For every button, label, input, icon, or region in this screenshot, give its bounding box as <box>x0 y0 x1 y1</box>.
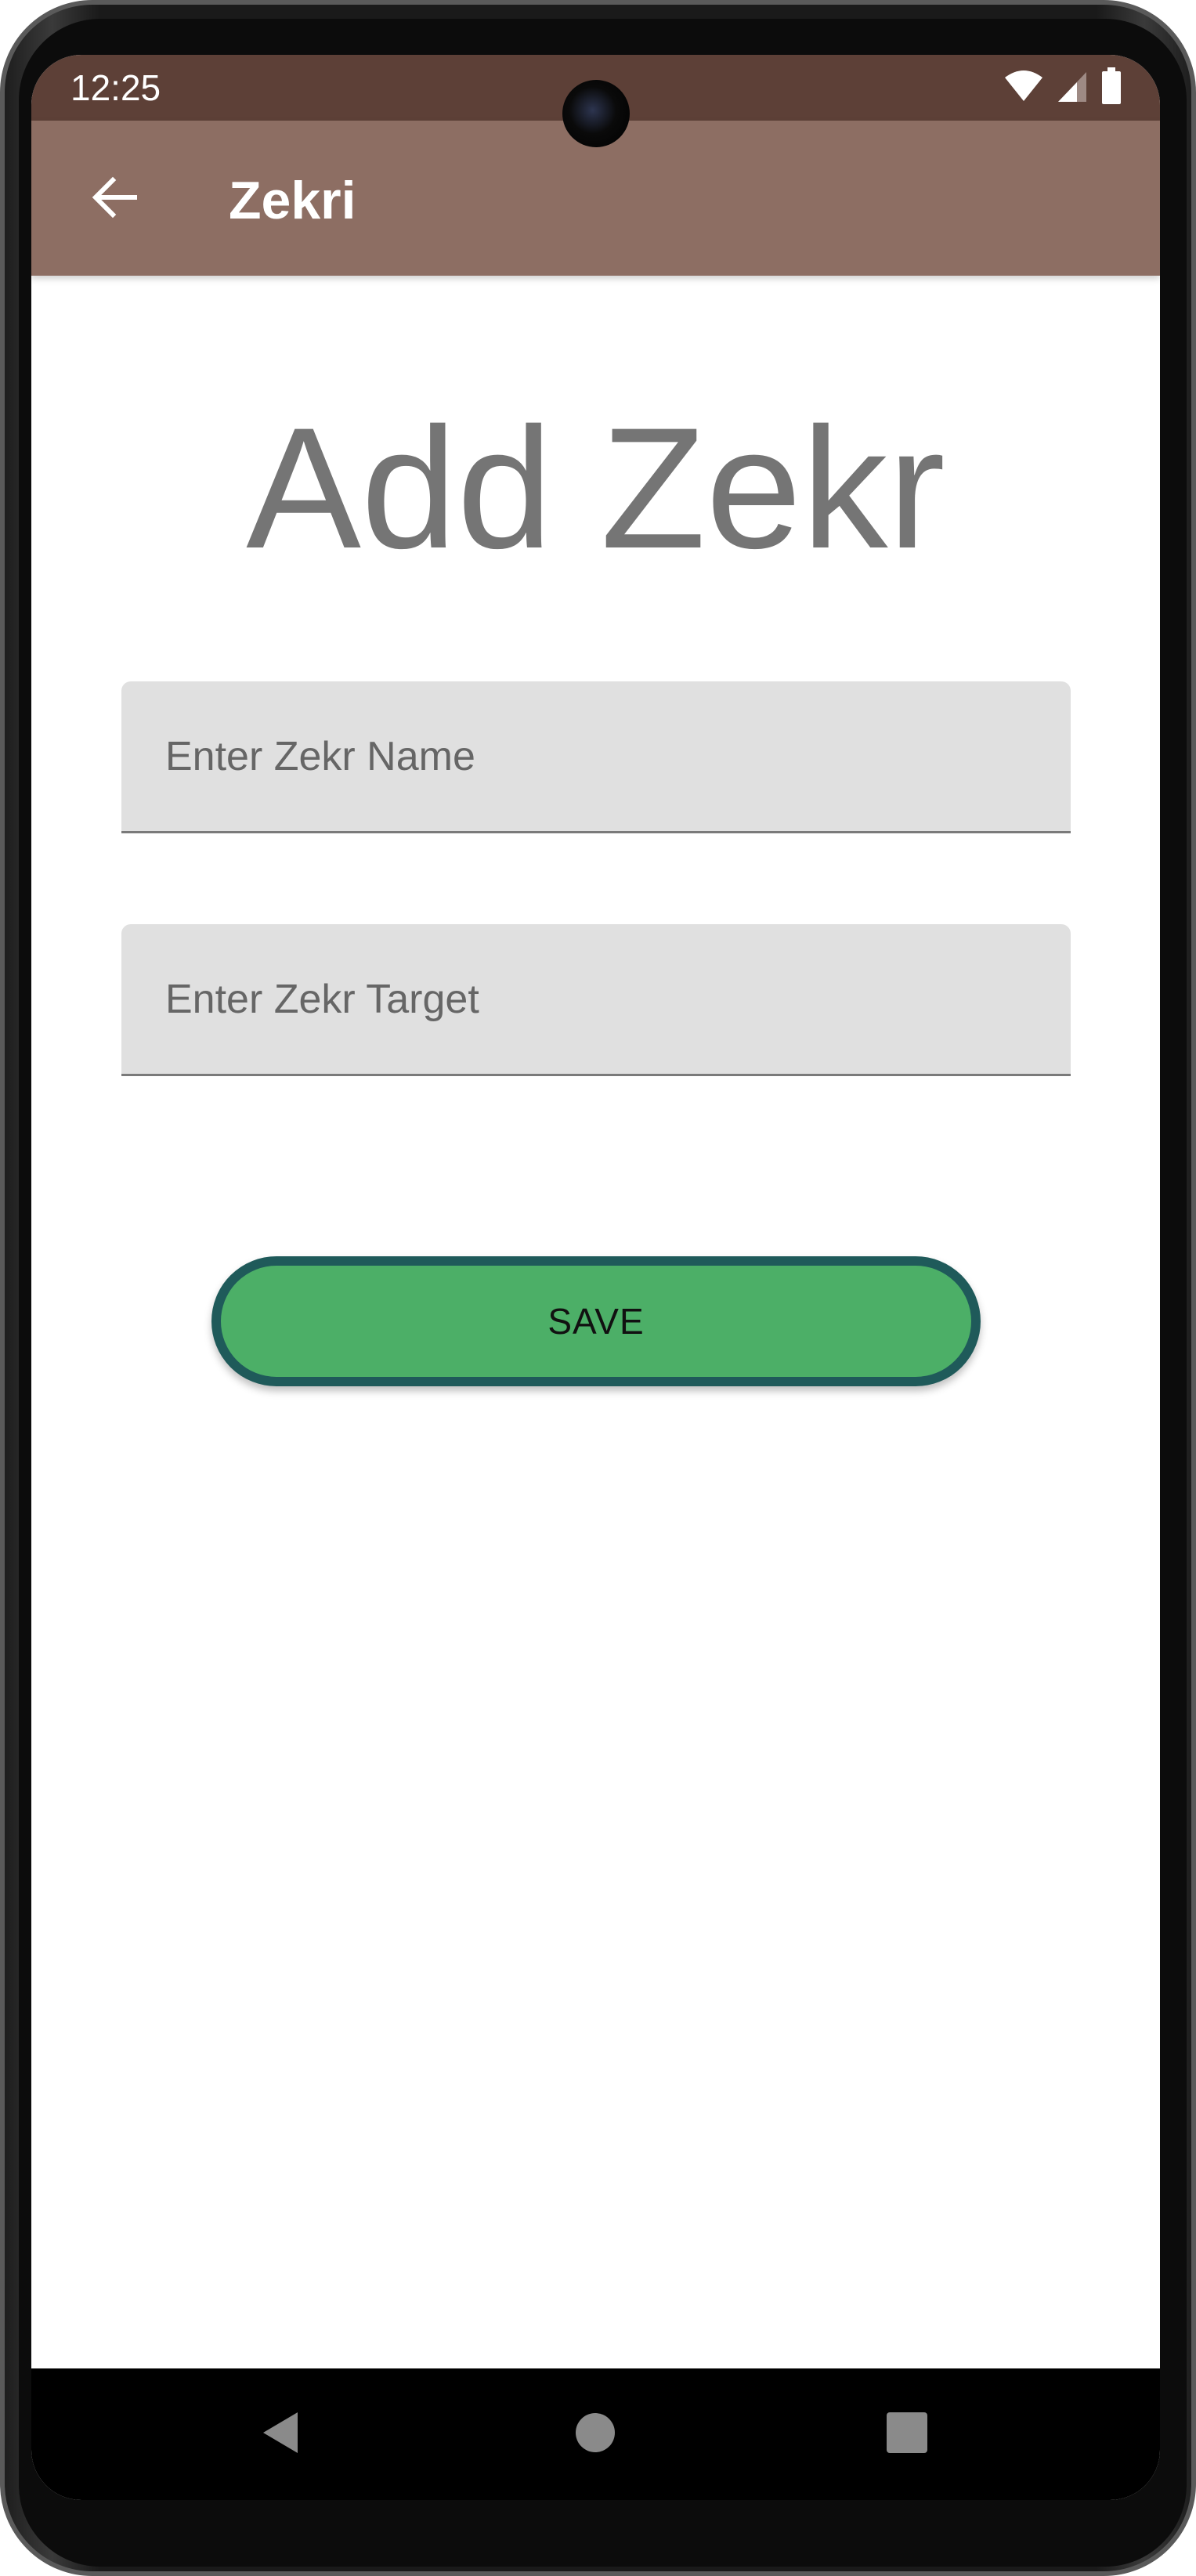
arrow-back-icon <box>89 172 139 226</box>
zekr-name-input[interactable] <box>121 681 1071 831</box>
zekr-target-field <box>121 924 1071 1076</box>
save-button-label: SAVE <box>547 1301 645 1342</box>
nav-home-button[interactable] <box>556 2395 634 2473</box>
navigation-bar <box>31 2368 1160 2500</box>
nav-recents-icon <box>885 2411 929 2459</box>
cell-signal-icon <box>1055 69 1089 107</box>
app-title: Zekri <box>229 171 356 230</box>
nav-back-button[interactable] <box>241 2395 320 2473</box>
page-heading: Add Zekr <box>246 392 945 584</box>
zekr-target-input[interactable] <box>121 924 1071 1074</box>
nav-recents-button[interactable] <box>868 2395 946 2473</box>
front-camera <box>562 80 630 147</box>
phone-screen: 12:25 Zekri Add Zekr Enter Zekr Name Ent… <box>31 55 1160 2500</box>
status-time: 12:25 <box>70 67 161 108</box>
status-icons <box>1003 67 1122 109</box>
save-button[interactable]: SAVE <box>211 1256 981 1386</box>
battery-icon <box>1100 67 1122 109</box>
zekr-name-field <box>121 681 1071 833</box>
nav-home-icon <box>574 2412 616 2458</box>
wifi-icon <box>1003 70 1044 107</box>
back-button[interactable] <box>77 161 152 237</box>
nav-back-icon <box>258 2409 302 2460</box>
